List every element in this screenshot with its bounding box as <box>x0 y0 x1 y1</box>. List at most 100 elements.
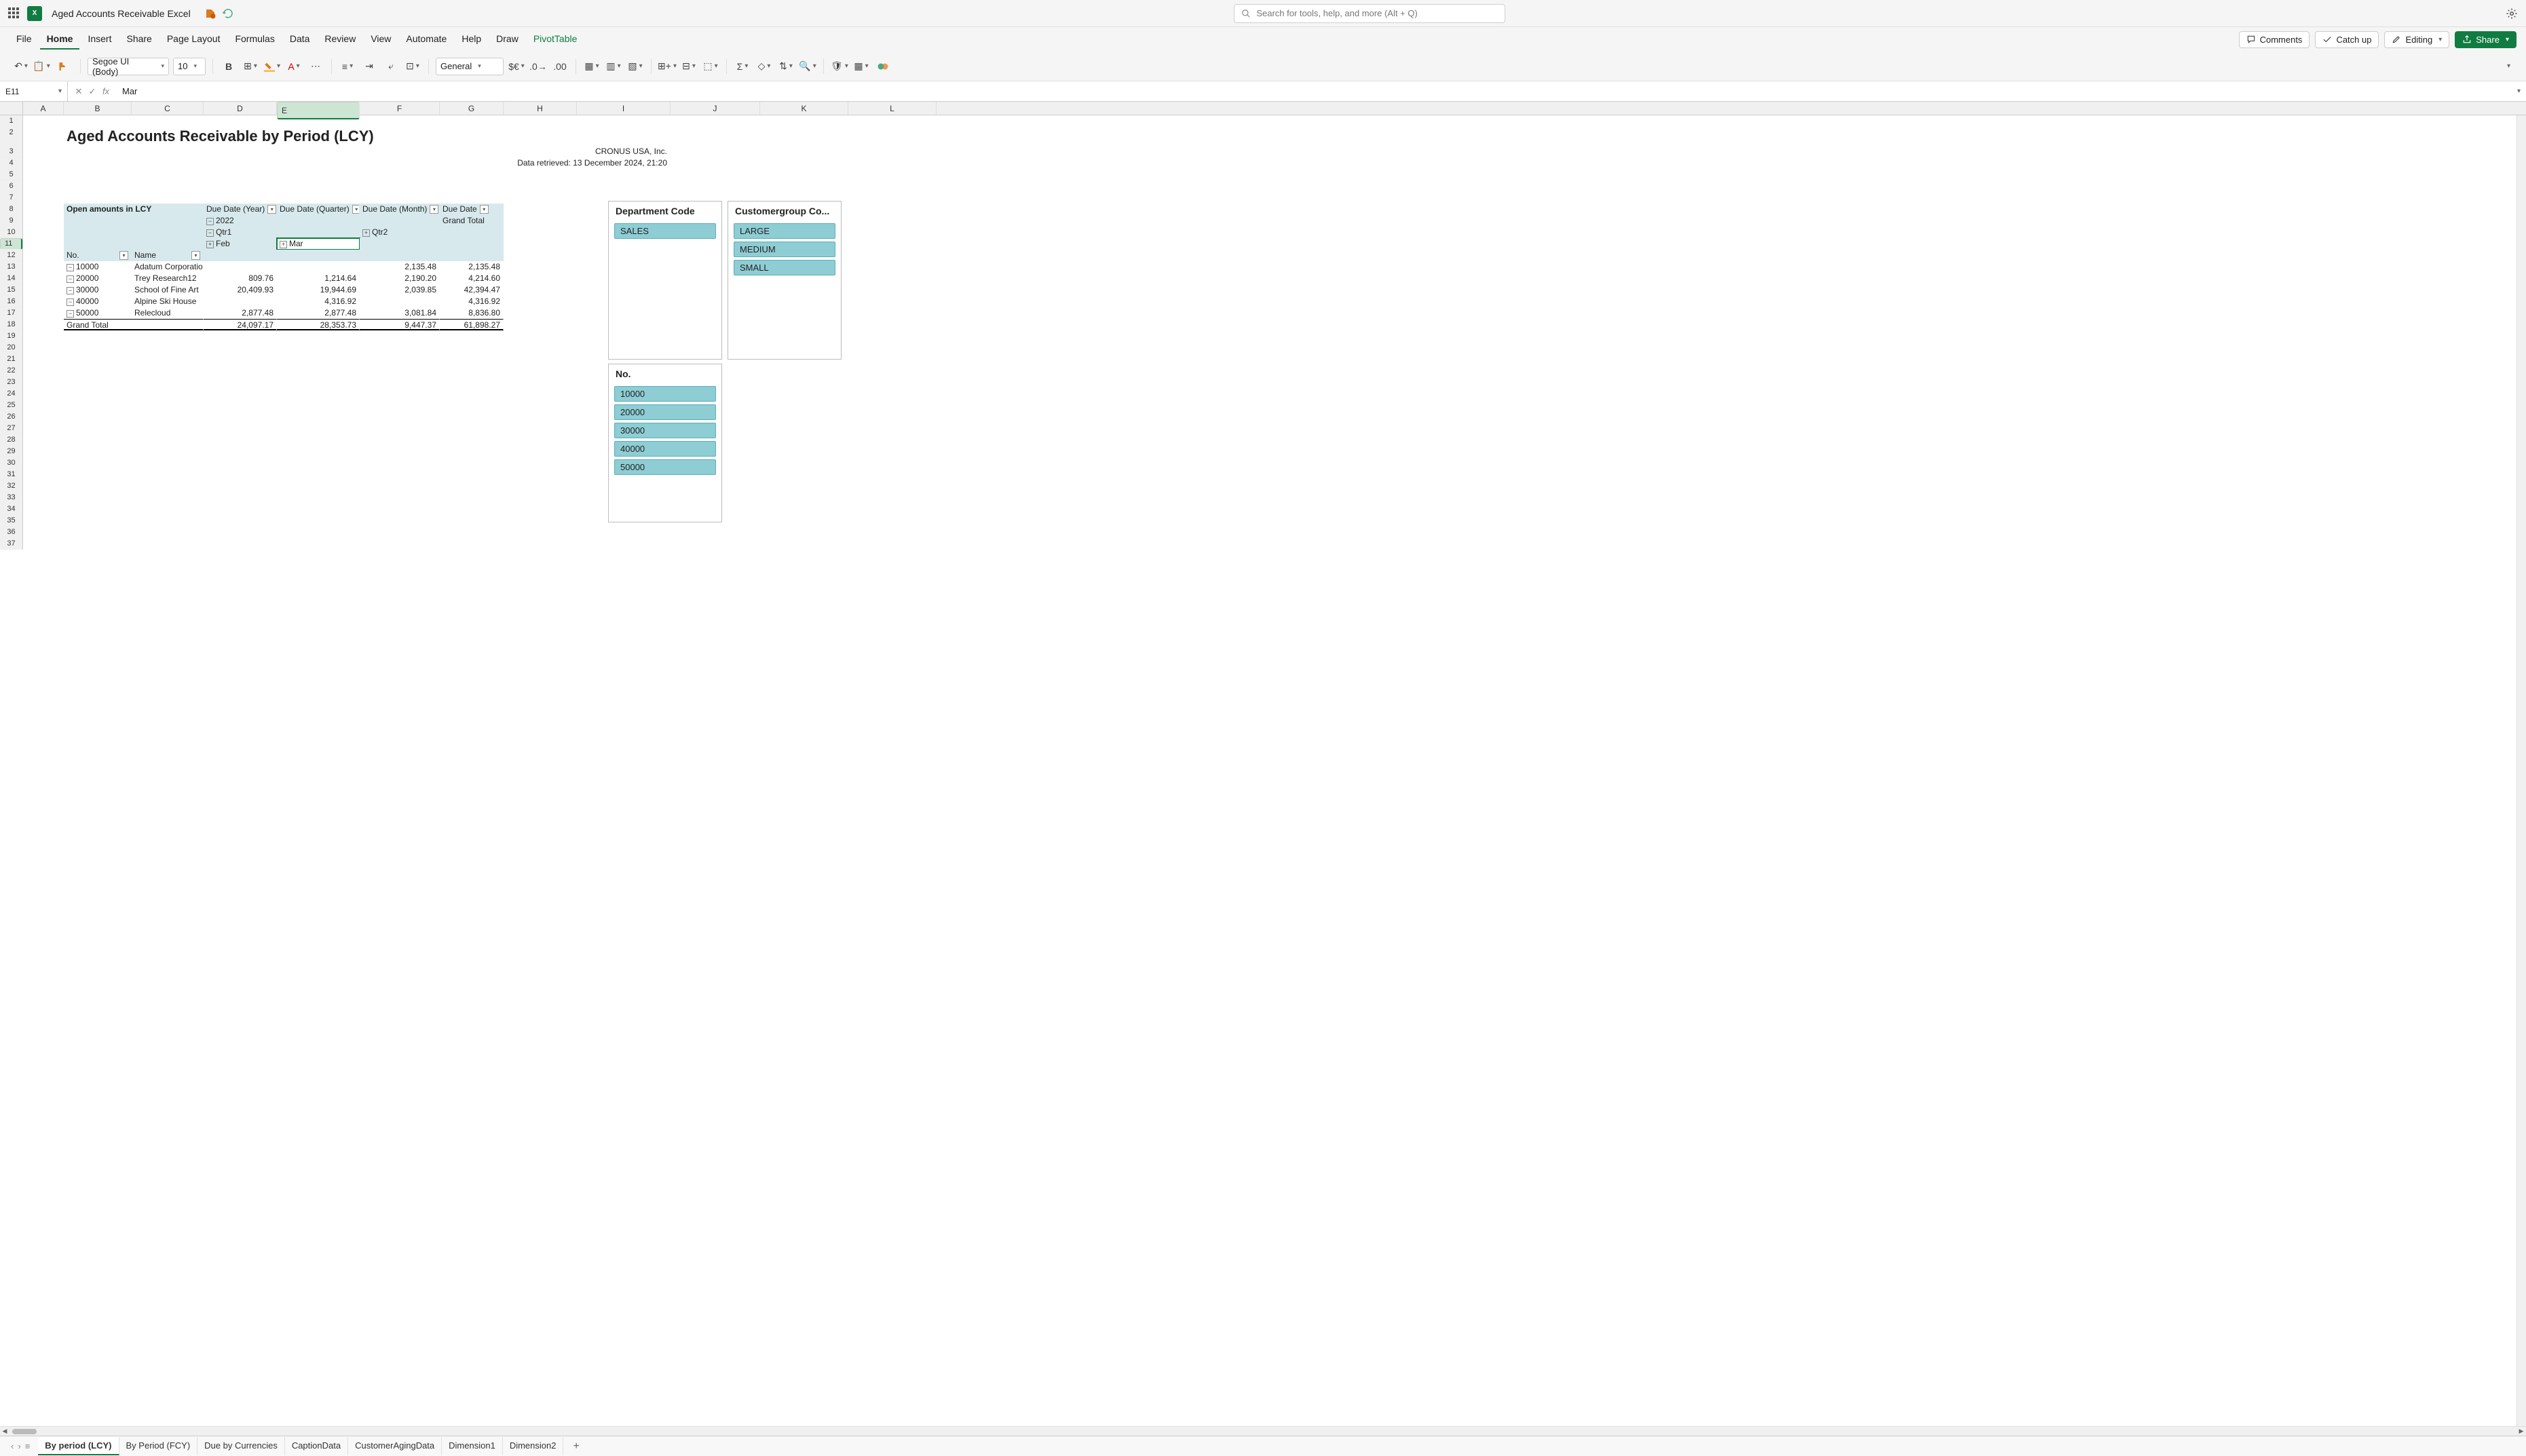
format-painter-button[interactable] <box>53 58 71 75</box>
sensitivity-button[interactable]: 🛡▾ <box>831 58 848 75</box>
col-header-C[interactable]: C <box>132 102 204 115</box>
cell-q2[interactable]: 2,039.85 <box>360 284 440 296</box>
feb-label[interactable]: +Feb <box>204 238 277 250</box>
cell-name[interactable]: Relecloud <box>132 307 204 319</box>
slicer-item[interactable]: 20000 <box>614 404 716 420</box>
delete-cells-button[interactable]: ⊟▾ <box>680 58 698 75</box>
row-header-21[interactable]: 21 <box>0 353 22 365</box>
formula-input[interactable]: Mar <box>117 86 2510 96</box>
slicer-no[interactable]: No. 1000020000300004000050000 <box>608 364 722 522</box>
format-cells-button[interactable]: ⬚▾ <box>702 58 719 75</box>
column-headers[interactable]: ABCDEFGHIJKL <box>23 102 2526 115</box>
expand-icon[interactable]: + <box>280 241 287 248</box>
row-header-18[interactable]: 18 <box>0 319 22 330</box>
col-header-D[interactable]: D <box>204 102 277 115</box>
cell-feb[interactable] <box>204 296 277 307</box>
insert-cells-button[interactable]: ⊞+▾ <box>658 58 676 75</box>
row-header-5[interactable]: 5 <box>0 169 22 180</box>
slicer-item[interactable]: 10000 <box>614 386 716 402</box>
cell-total[interactable]: 42,394.47 <box>440 284 504 296</box>
row-header-35[interactable]: 35 <box>0 515 22 526</box>
slicer-item[interactable]: LARGE <box>734 223 835 239</box>
row-header-22[interactable]: 22 <box>0 365 22 377</box>
selected-cell[interactable]: +Mar <box>277 238 360 250</box>
slicer-item[interactable]: 40000 <box>614 441 716 457</box>
scroll-right-icon[interactable]: ▶ <box>2516 1428 2526 1435</box>
font-color-button[interactable]: A▾ <box>285 58 303 75</box>
tab-pagelayout[interactable]: Page Layout <box>160 29 227 50</box>
cell-q2[interactable]: 2,190.20 <box>360 273 440 284</box>
slicer-item[interactable]: 30000 <box>614 423 716 438</box>
name-box[interactable]: E11▾ <box>0 81 68 101</box>
scroll-thumb[interactable] <box>12 1429 37 1434</box>
currency-button[interactable]: $€▾ <box>508 58 525 75</box>
row-header-34[interactable]: 34 <box>0 503 22 515</box>
cell-name[interactable]: Trey Research12 <box>132 273 204 284</box>
slicer-customergroup[interactable]: Customergroup Co... LARGEMEDIUMSMALL <box>728 201 842 360</box>
sensitivity-icon[interactable] <box>204 7 216 20</box>
clear-button[interactable]: ◇▾ <box>755 58 773 75</box>
sheet-nav-next-icon[interactable]: › <box>18 1441 20 1451</box>
more-font-button[interactable]: ⋯ <box>307 58 324 75</box>
cell-no[interactable]: −40000 <box>64 296 132 307</box>
row-header-9[interactable]: 9 <box>0 215 22 227</box>
cell-no[interactable]: −20000 <box>64 273 132 284</box>
row-header-26[interactable]: 26 <box>0 411 22 423</box>
slicer-item[interactable]: 50000 <box>614 459 716 475</box>
collapse-icon[interactable]: − <box>67 310 74 318</box>
increase-decimal-button[interactable]: .00 <box>551 58 569 75</box>
filter-icon[interactable]: ▾ <box>480 205 489 214</box>
cell-feb[interactable]: 2,877.48 <box>204 307 277 319</box>
settings-icon[interactable] <box>2506 7 2518 20</box>
tab-formulas[interactable]: Formulas <box>228 29 281 50</box>
filter-icon[interactable]: ▾ <box>191 251 200 260</box>
align-button[interactable]: ≡▾ <box>339 58 356 75</box>
indent-button[interactable]: ⇥ <box>360 58 378 75</box>
share-button[interactable]: Share▾ <box>2455 31 2516 48</box>
col-header-H[interactable]: H <box>504 102 577 115</box>
filter-icon[interactable]: ▾ <box>352 205 360 214</box>
expand-ribbon-button[interactable]: ▾ <box>2499 58 2516 75</box>
row-header-10[interactable]: 10 <box>0 227 22 238</box>
expand-icon[interactable]: + <box>206 241 214 248</box>
row-header-37[interactable]: 37 <box>0 538 22 550</box>
horizontal-scrollbar[interactable]: ◀ ▶ <box>0 1426 2526 1436</box>
cell-mar[interactable]: 19,944.69 <box>277 284 360 296</box>
cell-q2[interactable]: 3,081.84 <box>360 307 440 319</box>
autosum-button[interactable]: Σ▾ <box>734 58 751 75</box>
collapse-icon[interactable]: − <box>67 275 74 283</box>
decrease-decimal-button[interactable]: .0→ <box>529 58 547 75</box>
cell-mar[interactable]: 4,316.92 <box>277 296 360 307</box>
tab-home[interactable]: Home <box>40 29 80 50</box>
spreadsheet-grid[interactable]: ABCDEFGHIJKL 123456789101112131415161718… <box>0 102 2526 1436</box>
col-header-I[interactable]: I <box>577 102 671 115</box>
row-header-7[interactable]: 7 <box>0 192 22 204</box>
row-header-20[interactable]: 20 <box>0 342 22 353</box>
cell-q2[interactable] <box>360 296 440 307</box>
accept-formula-icon[interactable]: ✓ <box>87 86 98 97</box>
cell-total[interactable]: 4,316.92 <box>440 296 504 307</box>
row-header-31[interactable]: 31 <box>0 469 22 480</box>
col-header-L[interactable]: L <box>848 102 937 115</box>
row-header-2[interactable]: 2 <box>0 127 22 146</box>
cell-mar[interactable] <box>277 261 360 273</box>
row-header-33[interactable]: 33 <box>0 492 22 503</box>
tab-help[interactable]: Help <box>455 29 488 50</box>
sheet-tab[interactable]: By period (LCY) <box>38 1437 119 1455</box>
cell-name[interactable]: Alpine Ski House <box>132 296 204 307</box>
add-sheet-button[interactable]: + <box>566 1440 586 1453</box>
qtr2-label[interactable]: +Qtr2 <box>360 227 440 238</box>
cell-q2[interactable]: 2,135.48 <box>360 261 440 273</box>
col-header-J[interactable]: J <box>671 102 760 115</box>
row-header-15[interactable]: 15 <box>0 284 22 296</box>
tab-file[interactable]: File <box>10 29 39 50</box>
cell-feb[interactable] <box>204 261 277 273</box>
fx-icon[interactable]: fx <box>100 86 111 96</box>
tab-review[interactable]: Review <box>318 29 362 50</box>
name-row-header[interactable]: Name▾ <box>132 250 204 261</box>
cell-mar[interactable]: 1,214.64 <box>277 273 360 284</box>
cell-styles-button[interactable]: ▧▾ <box>626 58 644 75</box>
merge-button[interactable]: ⊡▾ <box>404 58 421 75</box>
cell-no[interactable]: −50000 <box>64 307 132 319</box>
bold-button[interactable]: B <box>220 58 238 75</box>
